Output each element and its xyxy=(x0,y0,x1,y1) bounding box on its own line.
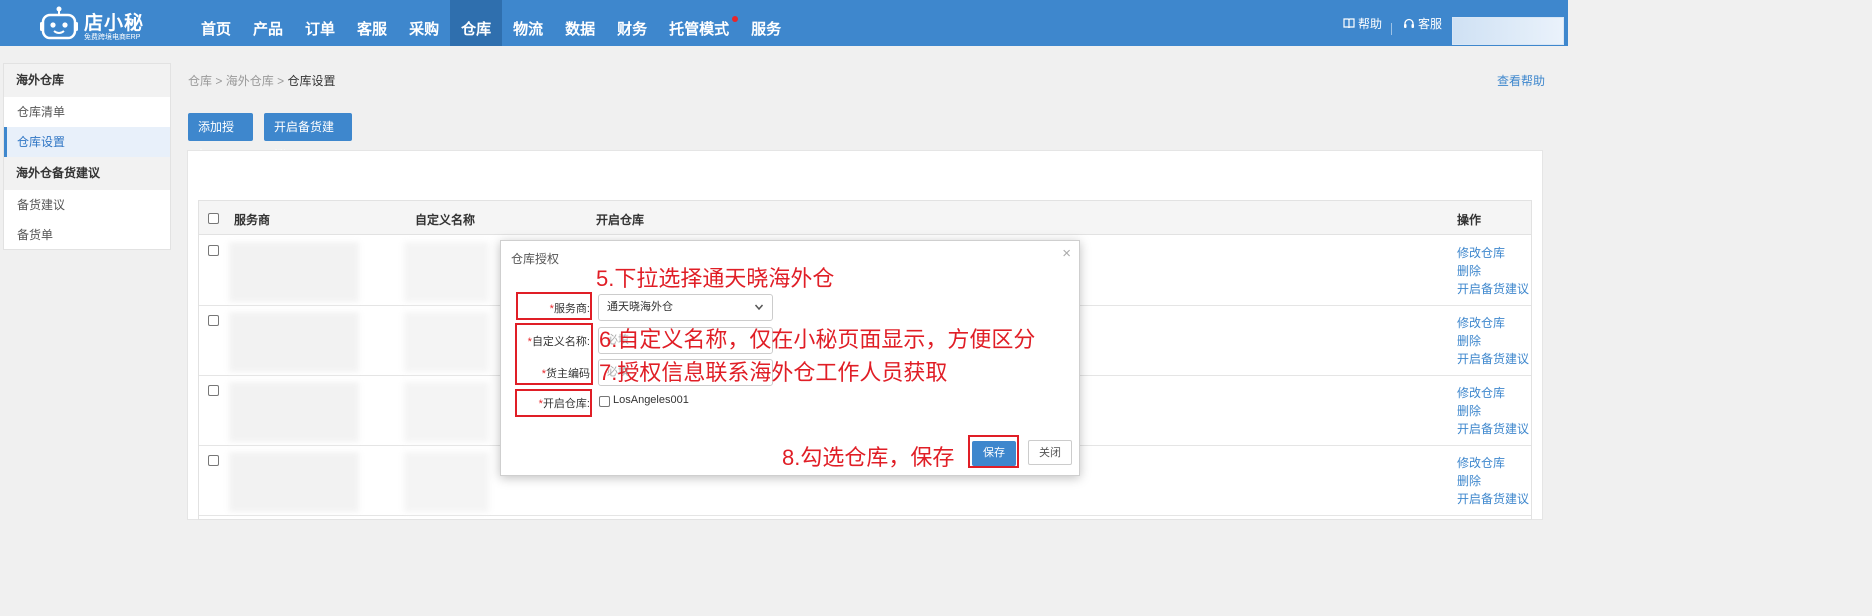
nav-logistics[interactable]: 物流 xyxy=(502,0,554,46)
enable-stock-suggestion-link[interactable]: 开启备货建议 xyxy=(1457,420,1529,437)
header-custom-name: 自定义名称 xyxy=(415,213,476,227)
service-link[interactable]: 客服 xyxy=(1403,0,1442,46)
row-checkbox[interactable] xyxy=(208,315,219,326)
sidebar-item-stock-suggestion[interactable]: 备货建议 xyxy=(4,190,170,220)
nav-warehouse[interactable]: 仓库 xyxy=(450,0,503,46)
service-label: 客服 xyxy=(1418,16,1443,31)
breadcrumb-separator: > xyxy=(215,74,223,88)
brand-logo[interactable]: 店小秘 免费跨境电商ERP xyxy=(38,4,148,42)
table-header: 服务商 自定义名称 开启仓库 操作 xyxy=(199,201,1531,235)
blurred-provider xyxy=(229,452,359,512)
enable-stock-suggestion-link[interactable]: 开启备货建议 xyxy=(1457,280,1529,297)
warehouse-option-label[interactable]: LosAngeles001 xyxy=(613,394,689,406)
edit-warehouse-link[interactable]: 修改仓库 xyxy=(1457,244,1505,261)
blurred-provider xyxy=(229,382,359,442)
blurred-provider xyxy=(229,242,359,302)
dialog-title: 仓库授权 xyxy=(511,252,560,266)
breadcrumb-overseas-warehouse[interactable]: 海外仓库 xyxy=(226,74,274,88)
provider-select-value: 通天晓海外仓 xyxy=(607,301,673,313)
annotation-box-name-code xyxy=(515,323,593,385)
edit-warehouse-link[interactable]: 修改仓库 xyxy=(1457,454,1505,471)
blurred-provider xyxy=(229,312,359,372)
book-icon xyxy=(1343,17,1355,28)
sidebar-group-overseas-warehouse: 海外仓库 xyxy=(4,64,170,97)
nav-purchasing[interactable]: 采购 xyxy=(398,0,450,46)
sidebar-item-stock-order[interactable]: 备货单 xyxy=(4,220,170,250)
nav-hosting-mode-label: 托管模式 xyxy=(669,21,730,38)
header-operations: 操作 xyxy=(1457,213,1482,227)
header-provider: 服务商 xyxy=(234,213,271,227)
view-help-link[interactable]: 查看帮助 xyxy=(1497,72,1545,89)
nav-orders[interactable]: 订单 xyxy=(294,0,346,46)
robot-logo-icon xyxy=(40,6,78,40)
blurred-custom-name xyxy=(404,452,489,512)
breadcrumb: 仓库 > 海外仓库 > 仓库设置 xyxy=(188,72,335,89)
enable-stock-suggestion-button[interactable]: 开启备货建议 xyxy=(264,113,352,162)
nav-finance[interactable]: 财务 xyxy=(606,0,658,46)
warehouse-checkbox[interactable] xyxy=(599,396,610,407)
delete-link[interactable]: 删除 xyxy=(1457,262,1481,279)
nav-hosting-mode[interactable]: 托管模式 xyxy=(658,0,740,46)
close-icon[interactable]: × xyxy=(1062,245,1071,262)
notification-dot-icon xyxy=(732,16,739,22)
sidebar-group-stock-suggestion: 海外仓备货建议 xyxy=(4,157,170,190)
user-account-box[interactable] xyxy=(1452,17,1564,45)
blurred-custom-name xyxy=(404,382,489,442)
header-enabled-warehouse: 开启仓库 xyxy=(596,213,645,227)
edit-warehouse-link[interactable]: 修改仓库 xyxy=(1457,314,1505,331)
row-checkbox[interactable] xyxy=(208,455,219,466)
enable-stock-suggestion-link[interactable]: 开启备货建议 xyxy=(1457,350,1529,367)
annotation-box-save xyxy=(968,435,1019,468)
edit-warehouse-link[interactable]: 修改仓库 xyxy=(1457,384,1505,401)
annotation-step5: 5.下拉选择通天晓海外仓 xyxy=(596,266,835,291)
help-label: 帮助 xyxy=(1358,16,1383,31)
help-link[interactable]: 帮助 xyxy=(1343,0,1382,46)
headset-icon xyxy=(1404,18,1414,28)
brand-name: 店小秘 xyxy=(84,13,145,34)
enable-stock-suggestion-link[interactable]: 开启备货建议 xyxy=(1457,490,1529,507)
main-nav: 首页 产品 订单 客服 采购 仓库 物流 数据 财务 托管模式 服务 xyxy=(190,0,792,46)
sidebar: 海外仓库 仓库清单 仓库设置 海外仓备货建议 备货建议 备货单 xyxy=(3,63,171,250)
delete-link[interactable]: 删除 xyxy=(1457,472,1481,489)
close-button[interactable]: 关闭 xyxy=(1028,440,1072,465)
sidebar-item-warehouse-settings[interactable]: 仓库设置 xyxy=(4,127,170,157)
chevron-down-icon xyxy=(754,304,764,311)
provider-select[interactable]: 通天晓海外仓 xyxy=(598,294,773,321)
delete-link[interactable]: 删除 xyxy=(1457,332,1481,349)
breadcrumb-separator: > xyxy=(277,74,285,88)
annotation-step8: 8.勾选仓库，保存 xyxy=(782,445,955,470)
sidebar-item-warehouse-list[interactable]: 仓库清单 xyxy=(4,97,170,127)
nav-home[interactable]: 首页 xyxy=(190,0,242,46)
row-checkbox[interactable] xyxy=(208,245,219,256)
delete-link[interactable]: 删除 xyxy=(1457,402,1481,419)
top-navbar: 店小秘 免费跨境电商ERP 首页 产品 订单 客服 采购 仓库 物流 数据 财务… xyxy=(0,0,1568,46)
header-divider xyxy=(1391,23,1392,35)
add-authorization-button[interactable]: 添加授权 xyxy=(188,113,253,162)
annotation-step7: 7.授权信息联系海外仓工作人员获取 xyxy=(599,360,948,385)
breadcrumb-warehouse[interactable]: 仓库 xyxy=(188,74,212,88)
annotation-box-warehouse xyxy=(515,389,592,417)
blurred-custom-name xyxy=(404,242,489,302)
blurred-custom-name xyxy=(404,312,489,372)
nav-services[interactable]: 服务 xyxy=(740,0,792,46)
row-checkbox[interactable] xyxy=(208,385,219,396)
nav-customer-service[interactable]: 客服 xyxy=(346,0,398,46)
nav-products[interactable]: 产品 xyxy=(242,0,294,46)
annotation-box-provider xyxy=(516,292,592,320)
breadcrumb-current: 仓库设置 xyxy=(287,74,336,88)
brand-subtitle: 免费跨境电商ERP xyxy=(84,34,141,41)
annotation-step6: 6.自定义名称，仅在小秘页面显示，方便区分 xyxy=(599,327,1036,352)
nav-data[interactable]: 数据 xyxy=(554,0,606,46)
select-all-checkbox[interactable] xyxy=(208,213,219,224)
